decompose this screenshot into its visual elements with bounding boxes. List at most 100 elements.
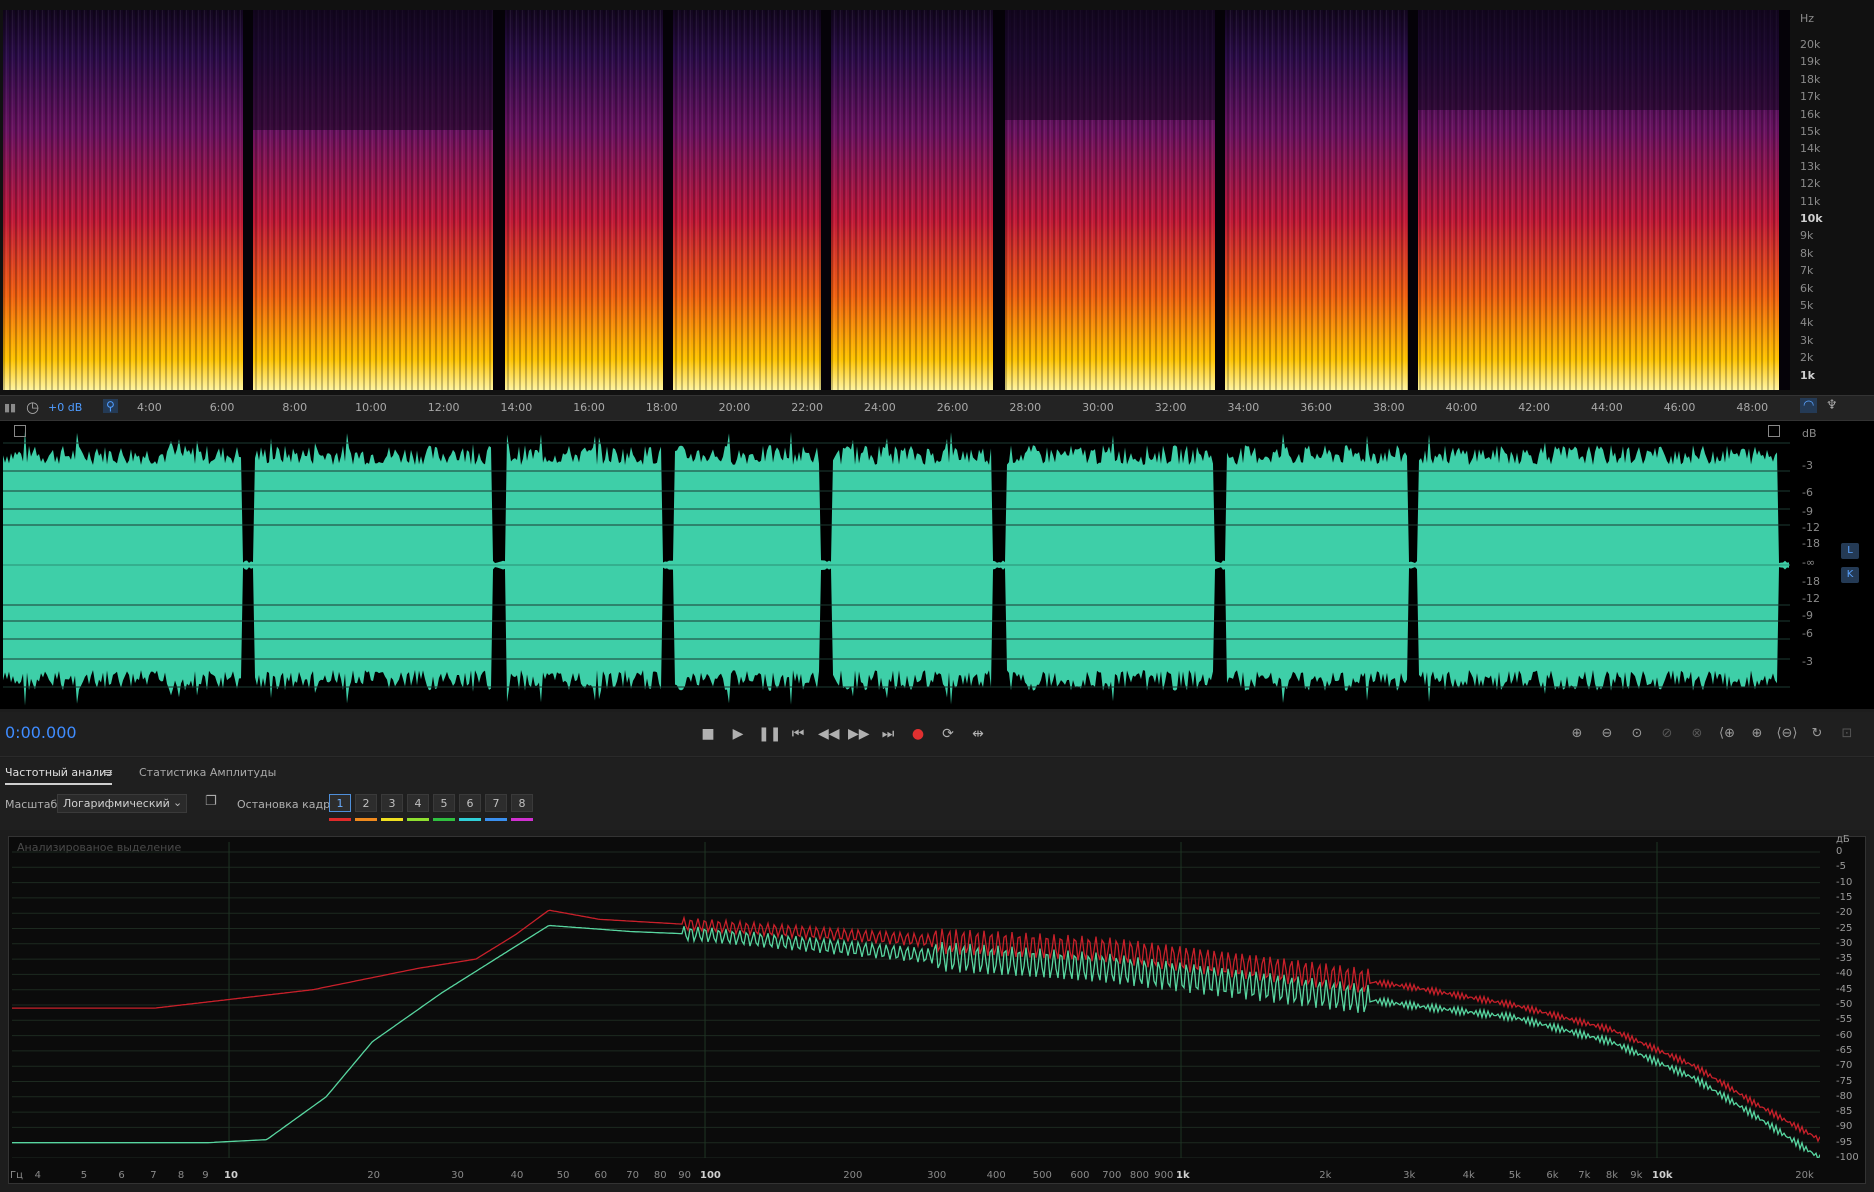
fa-hz-label: 2k bbox=[1319, 1170, 1332, 1181]
channel-left-button[interactable]: L bbox=[1841, 543, 1859, 559]
loop-playback-button[interactable]: ⟳ bbox=[938, 726, 958, 742]
fa-hz-label: 800 bbox=[1129, 1170, 1149, 1181]
zoom-in-amplitude-icon[interactable]: ⊕ bbox=[1566, 726, 1588, 741]
hz-label: 14k bbox=[1800, 142, 1821, 156]
headphones-icon[interactable]: ◠ bbox=[1800, 398, 1818, 413]
freeze-frame-color bbox=[329, 818, 351, 821]
time-tick: 20:00 bbox=[718, 401, 751, 414]
time-tick: 6:00 bbox=[209, 401, 235, 414]
frequency-plot bbox=[12, 842, 1820, 1158]
stop-button[interactable]: ■ bbox=[698, 726, 718, 742]
freeze-frame-button-4[interactable]: 4 bbox=[407, 794, 429, 812]
level-meter-icon[interactable]: ▮▮ bbox=[4, 401, 16, 414]
copy-icon[interactable]: ❐ bbox=[205, 794, 217, 809]
skip-selection-button[interactable]: ⇹ bbox=[968, 726, 988, 742]
fa-db-label: -40 bbox=[1836, 968, 1853, 980]
freeze-frame-button-2[interactable]: 2 bbox=[355, 794, 377, 812]
zoom-in-left-icon[interactable]: ⟨⊕ bbox=[1716, 726, 1738, 741]
hz-label: 19k bbox=[1800, 55, 1821, 69]
gain-knob-icon[interactable]: ◷ bbox=[26, 398, 39, 416]
zoom-corner-icon[interactable] bbox=[14, 425, 26, 437]
tab-amplitude-statistics[interactable]: Статистика Амплитуды bbox=[139, 766, 276, 779]
freeze-frame-button-6[interactable]: 6 bbox=[459, 794, 481, 812]
freeze-frame-button-5[interactable]: 5 bbox=[433, 794, 455, 812]
db-label: -9 bbox=[1802, 609, 1813, 622]
zoom-out-full-icon[interactable]: ⊡ bbox=[1836, 726, 1858, 741]
waveform-shape bbox=[3, 431, 1789, 706]
db-label: -6 bbox=[1802, 627, 1813, 640]
zoom-full-icon[interactable]: ↻ bbox=[1806, 726, 1828, 741]
fa-hz-label: 50 bbox=[556, 1170, 570, 1181]
rewind-button[interactable]: ◀◀ bbox=[818, 726, 840, 742]
fa-hz-label: 20 bbox=[367, 1170, 381, 1181]
zoom-corner-right-icon[interactable] bbox=[1768, 425, 1780, 437]
transport-bar: 0:00.000 ■ ▶ ❚❚ ⏮ ◀◀ ▶▶ ⏭ ● ⟳ ⇹ ⊕ ⊖ ⊙ ⊘ … bbox=[0, 712, 1874, 757]
channel-right-button[interactable]: K bbox=[1841, 567, 1859, 583]
zoom-reset-icon[interactable]: ⊙ bbox=[1626, 726, 1648, 741]
fa-db-label: -100 bbox=[1836, 1152, 1859, 1163]
go-to-end-button[interactable]: ⏭ bbox=[878, 726, 898, 742]
hz-label: 4k bbox=[1800, 316, 1814, 330]
zoom-in-time-icon[interactable]: ⊕ bbox=[1746, 726, 1768, 741]
pin-icon[interactable]: ⚲ bbox=[103, 399, 118, 413]
spectrogram[interactable] bbox=[3, 10, 1790, 390]
time-tick: 14:00 bbox=[500, 401, 533, 414]
fast-forward-button[interactable]: ▶▶ bbox=[848, 726, 870, 742]
time-tick: 32:00 bbox=[1154, 401, 1187, 414]
time-tick: 40:00 bbox=[1445, 401, 1478, 414]
fa-db-label: -35 bbox=[1836, 953, 1853, 965]
waveform[interactable] bbox=[3, 421, 1790, 709]
hz-label: 6k bbox=[1800, 281, 1814, 295]
zoom-out-amplitude-icon[interactable]: ⊖ bbox=[1596, 726, 1618, 741]
freeze-frame-button-3[interactable]: 3 bbox=[381, 794, 403, 812]
hz-label: 9k bbox=[1800, 229, 1814, 243]
timeline-ruler[interactable]: ▮▮ ◷ +0 dB ⚲ 4:00 6:00 8:00 10:00 12:00 14:00… bbox=[0, 396, 1874, 421]
panel-menu-icon[interactable]: ≡ bbox=[104, 766, 113, 779]
hz-label: 10k bbox=[1800, 212, 1823, 225]
pause-button[interactable]: ❚❚ bbox=[758, 726, 781, 742]
freeze-frame-button-8[interactable]: 8 bbox=[511, 794, 533, 812]
record-button[interactable]: ● bbox=[908, 726, 928, 742]
spectral-display[interactable]: Hz 20k 19k 18k 17k 16k 15k 14k 13k 12k 11k 10k 9k 8k… bbox=[0, 0, 1874, 396]
freeze-frame-button-1[interactable]: 1 bbox=[329, 794, 351, 812]
gain-value[interactable]: +0 dB bbox=[48, 401, 82, 414]
hz-label: 16k bbox=[1800, 107, 1821, 121]
zoom-fit-icon[interactable]: ⊗ bbox=[1686, 726, 1708, 741]
freeze-frame-label: Остановка кадра: bbox=[237, 798, 341, 811]
time-tick: 28:00 bbox=[1009, 401, 1042, 414]
fa-hz-label: 30 bbox=[451, 1170, 464, 1181]
zoom-out-time-icon[interactable]: ⟨⊖⟩ bbox=[1776, 726, 1798, 741]
fa-hz-label: 200 bbox=[843, 1170, 863, 1181]
go-to-start-button[interactable]: ⏮ bbox=[788, 726, 808, 742]
time-tick: 30:00 bbox=[1082, 401, 1114, 414]
hz-label: 11k bbox=[1800, 194, 1821, 208]
waveform-display[interactable]: dB -3 -6 -9 -12 -18 -∞ -18 -12 -9 -6 -3 L K bbox=[0, 421, 1874, 709]
scale-dropdown-value: Логарифмический bbox=[63, 797, 170, 810]
time-tick: 38:00 bbox=[1372, 401, 1405, 414]
hz-label: 12k bbox=[1800, 177, 1821, 191]
fa-curve-green bbox=[12, 924, 1820, 1158]
fa-hz-label: 40 bbox=[510, 1170, 524, 1181]
scale-dropdown[interactable]: Логарифмический ⌄ bbox=[57, 794, 187, 813]
time-tick: 18:00 bbox=[645, 401, 678, 414]
fa-hz-label: 1k bbox=[1176, 1170, 1190, 1181]
scale-label: Масштаб: bbox=[5, 798, 61, 811]
hz-label: 13k bbox=[1800, 159, 1821, 173]
db-label: -18 bbox=[1802, 537, 1820, 550]
play-button[interactable]: ▶ bbox=[728, 726, 748, 742]
fa-gridlines bbox=[12, 842, 1820, 1158]
tab-frequency-analysis[interactable]: Частотный анализ bbox=[5, 766, 113, 785]
current-time[interactable]: 0:00.000 bbox=[5, 723, 77, 742]
fa-hz-label: 100 bbox=[700, 1170, 721, 1181]
marker-icon[interactable]: ♆ bbox=[1826, 398, 1838, 413]
freeze-frame-color bbox=[459, 818, 481, 821]
time-tick: 12:00 bbox=[427, 401, 460, 414]
fa-hz-label: 8k bbox=[1605, 1170, 1619, 1181]
fa-db-label: -85 bbox=[1836, 1106, 1853, 1118]
hz-label: 5k bbox=[1800, 299, 1814, 312]
hz-label: 8k bbox=[1800, 246, 1814, 260]
db-label: -9 bbox=[1802, 505, 1813, 518]
zoom-selection-icon[interactable]: ⊘ bbox=[1656, 726, 1678, 741]
freeze-frame-button-7[interactable]: 7 bbox=[485, 794, 507, 812]
time-tick: 26:00 bbox=[936, 401, 969, 414]
